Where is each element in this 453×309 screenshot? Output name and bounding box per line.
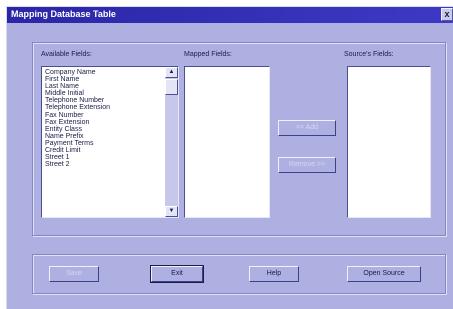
available-field-item[interactable]: Telephone Number — [45, 97, 178, 104]
available-field-item[interactable]: Fax Extension — [45, 119, 178, 126]
help-button[interactable]: Help — [249, 266, 299, 282]
available-field-item[interactable]: Credit Limit — [45, 147, 178, 154]
available-field-item[interactable]: Telephone Extension — [45, 104, 178, 111]
title-bar[interactable]: Mapping Database Table x — [7, 7, 453, 23]
scroll-down-icon: ▼ — [168, 208, 175, 214]
remove-button[interactable]: Remove >> — [278, 157, 336, 173]
scroll-thumb[interactable] — [165, 79, 178, 95]
available-field-item[interactable]: Entity Class — [45, 126, 178, 133]
available-field-item[interactable]: Last Name — [45, 83, 178, 90]
save-button[interactable]: Save — [49, 266, 99, 282]
add-button[interactable]: << Add — [278, 120, 336, 136]
available-field-item[interactable]: Street 1 — [45, 154, 178, 161]
available-field-item[interactable]: Fax Number — [45, 112, 178, 119]
source-fields-label: Source's Fields: — [344, 51, 394, 58]
available-field-item[interactable]: Company Name — [45, 69, 178, 76]
available-field-item[interactable]: Middle Initial — [45, 90, 178, 97]
mapped-fields-label: Mapped Fields: — [184, 51, 232, 58]
source-fields-list[interactable] — [347, 66, 431, 218]
available-fields-items: Company Name First Name Last Name Middle In… — [45, 69, 178, 168]
close-button[interactable]: x — [441, 8, 453, 21]
available-field-item[interactable]: Payment Terms — [45, 140, 178, 147]
available-field-item[interactable]: Street 2 — [45, 161, 178, 168]
available-fields-label: Available Fields: — [41, 51, 92, 58]
available-field-item[interactable]: First Name — [45, 76, 178, 83]
scroll-down-button[interactable]: ▼ — [165, 206, 178, 217]
close-icon: x — [444, 9, 450, 19]
scroll-up-icon: ▲ — [168, 69, 175, 75]
mapping-dialog: Mapping Database Table x Available Field… — [6, 6, 453, 309]
mapped-fields-list[interactable] — [184, 66, 270, 218]
available-fields-list[interactable]: Company Name First Name Last Name Middle In… — [41, 66, 179, 218]
scroll-up-button[interactable]: ▲ — [165, 67, 178, 78]
open-source-button[interactable]: Open Source — [347, 266, 421, 282]
available-fields-scrollbar[interactable]: ▲ ▼ — [165, 67, 178, 217]
window-title: Mapping Database Table — [11, 9, 116, 19]
exit-button[interactable]: Exit — [150, 265, 204, 283]
available-field-item[interactable]: Name Prefix — [45, 133, 178, 140]
